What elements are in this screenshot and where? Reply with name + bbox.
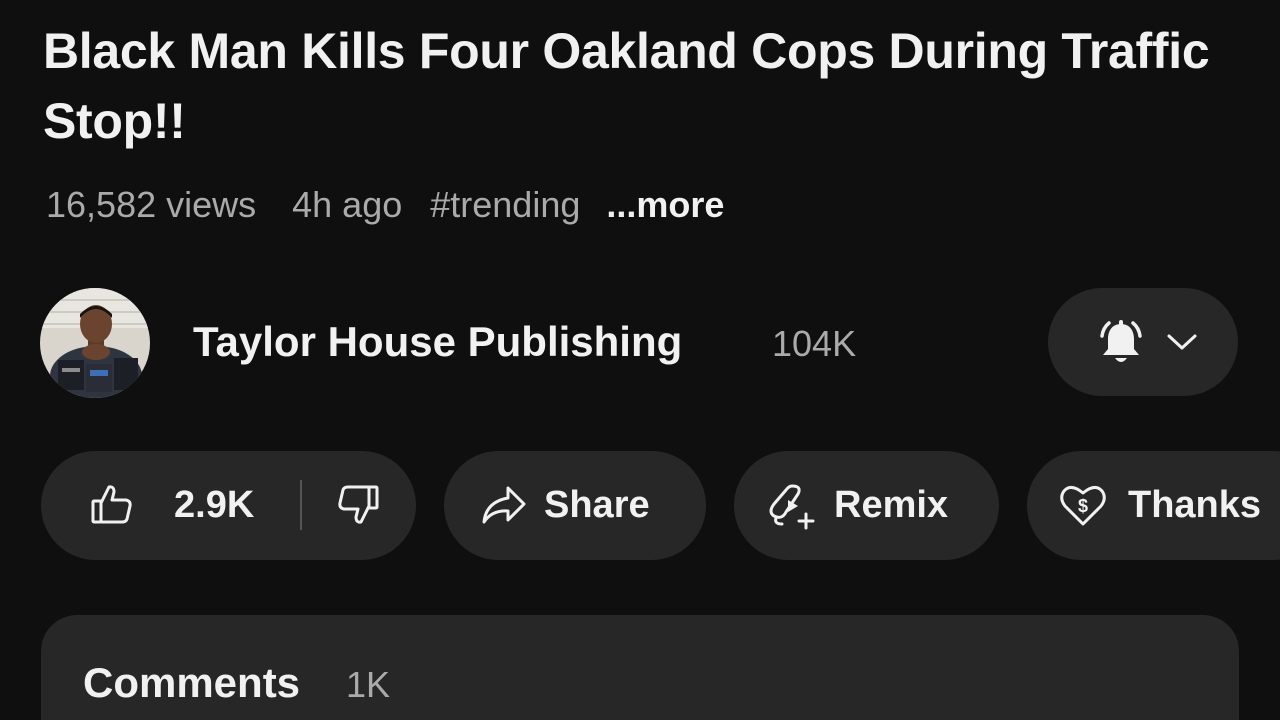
like-dislike-group: 2.9K [41,451,416,560]
upload-age: 4h ago [292,184,403,225]
comments-title: Comments [83,659,301,706]
svg-text:$: $ [1078,496,1088,516]
view-count: 16,582 views [46,184,257,225]
share-label: Share [544,484,650,526]
remix-label: Remix [834,484,949,526]
heart-dollar-icon: $ [1059,482,1107,538]
thanks-label: Thanks [1128,484,1262,526]
like-divider [300,480,302,530]
avatar-image [40,288,150,398]
thanks-button[interactable]: $ Thanks [1027,451,1280,560]
share-arrow-icon [480,484,528,536]
subscriber-count: 104K [772,323,857,364]
video-meta[interactable]: 16,582 views 4h ago #trending ...more [46,180,724,230]
video-title: Black Man Kills Four Oakland Cops During… [43,23,1210,149]
remix-button[interactable]: Remix [734,451,999,560]
comments-section[interactable]: Comments 1K [41,615,1239,720]
channel-avatar[interactable] [40,288,150,398]
bell-filled-icon [1094,316,1148,375]
share-button[interactable]: Share [444,451,706,560]
chevron-down-icon [1166,331,1198,358]
comments-count: 1K [346,664,391,705]
channel-name[interactable]: Taylor House Publishing [193,314,682,370]
thumbs-up-icon[interactable] [90,482,134,536]
thumbs-down-icon[interactable] [336,484,380,538]
hashtag-link[interactable]: #trending [430,180,580,230]
channel-row: Taylor House Publishing 104K [40,286,1240,398]
like-count[interactable]: 2.9K [174,478,254,532]
notification-settings-button[interactable] [1048,288,1238,396]
remix-icon [768,482,818,540]
more-button[interactable]: ...more [606,180,724,230]
